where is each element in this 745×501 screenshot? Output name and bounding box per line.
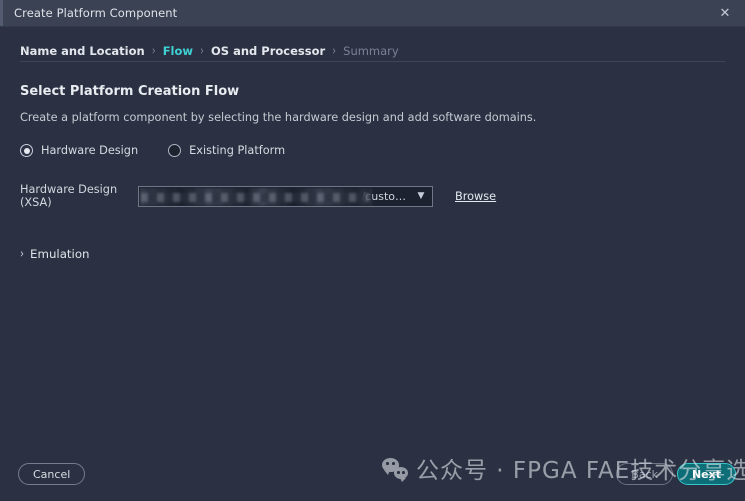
- chevron-down-icon[interactable]: ▼: [410, 187, 432, 206]
- back-button[interactable]: Back: [616, 463, 673, 485]
- page-description: Create a platform component by selecting…: [20, 111, 537, 124]
- next-button[interactable]: Next: [676, 463, 736, 485]
- radio-hardware-design[interactable]: Hardware Design: [20, 144, 138, 157]
- window-titlebar: Create Platform Component ✕: [0, 0, 745, 27]
- hardware-design-xsa-combobox[interactable]: /custo… ▼: [138, 185, 433, 207]
- radio-unselected-icon: [168, 144, 182, 157]
- chevron-right-icon: ›: [20, 247, 24, 261]
- radio-hardware-design-label: Hardware Design: [41, 144, 139, 157]
- radio-existing-platform[interactable]: Existing Platform: [168, 144, 285, 157]
- page-title: Select Platform Creation Flow: [20, 84, 240, 99]
- cancel-button[interactable]: Cancel: [18, 463, 86, 485]
- emulation-expander-label: Emulation: [30, 247, 90, 261]
- dialog-footer: Cancel Back Next: [0, 449, 745, 501]
- breadcrumb-separator-icon: ›: [200, 44, 205, 58]
- breadcrumb: Name and Location › Flow › OS and Proces…: [0, 27, 745, 62]
- flow-radio-group: Hardware Design Existing Platform: [20, 144, 725, 157]
- breadcrumb-separator-icon: ›: [151, 44, 156, 58]
- radio-existing-platform-label: Existing Platform: [189, 144, 286, 157]
- emulation-expander[interactable]: › Emulation: [20, 247, 120, 261]
- breadcrumb-item-flow[interactable]: Flow: [163, 44, 193, 58]
- breadcrumb-item-os-and-processor[interactable]: OS and Processor: [211, 44, 325, 58]
- breadcrumb-separator-icon: ›: [332, 44, 337, 58]
- hardware-design-xsa-row: Hardware Design (XSA) /custo… ▼ Browse: [20, 183, 725, 209]
- browse-button[interactable]: Browse: [455, 190, 496, 203]
- breadcrumb-item-name-and-location[interactable]: Name and Location: [20, 44, 145, 58]
- main-content: Select Platform Creation Flow Create a p…: [0, 62, 745, 261]
- header-divider: [20, 61, 725, 62]
- close-icon[interactable]: ✕: [715, 3, 735, 23]
- radio-selected-icon: [20, 144, 33, 157]
- hardware-design-xsa-value: /custo…: [361, 189, 407, 203]
- hardware-design-xsa-label: Hardware Design (XSA): [20, 183, 118, 209]
- breadcrumb-item-summary: Summary: [343, 44, 399, 58]
- window-title: Create Platform Component: [14, 6, 178, 20]
